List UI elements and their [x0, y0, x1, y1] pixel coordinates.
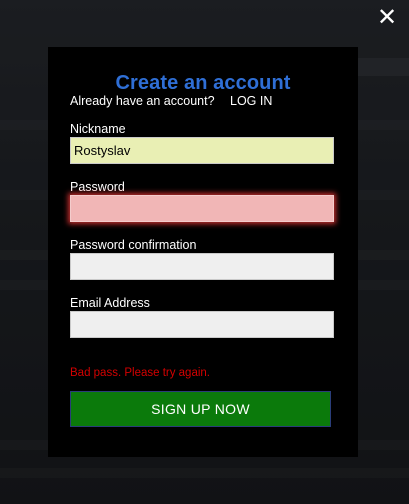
modal-title: Create an account: [115, 72, 291, 94]
email-input[interactable]: [70, 311, 334, 338]
password-confirmation-input[interactable]: [70, 253, 334, 280]
password-confirmation-label: Password confirmation: [70, 238, 197, 252]
nickname-label: Nickname: [70, 122, 126, 136]
email-label: Email Address: [70, 296, 150, 310]
password-label: Password: [70, 180, 125, 194]
nickname-input[interactable]: [70, 137, 334, 164]
have-account-text: Already have an account?: [70, 94, 215, 108]
close-icon[interactable]: ✕: [376, 5, 398, 29]
error-message: Bad pass. Please try again.: [70, 367, 210, 379]
login-link[interactable]: LOG IN: [230, 94, 272, 108]
create-account-modal: Create an account Already have an accoun…: [48, 47, 358, 457]
password-input[interactable]: [70, 195, 334, 222]
sign-up-button[interactable]: SIGN UP NOW: [70, 391, 331, 427]
